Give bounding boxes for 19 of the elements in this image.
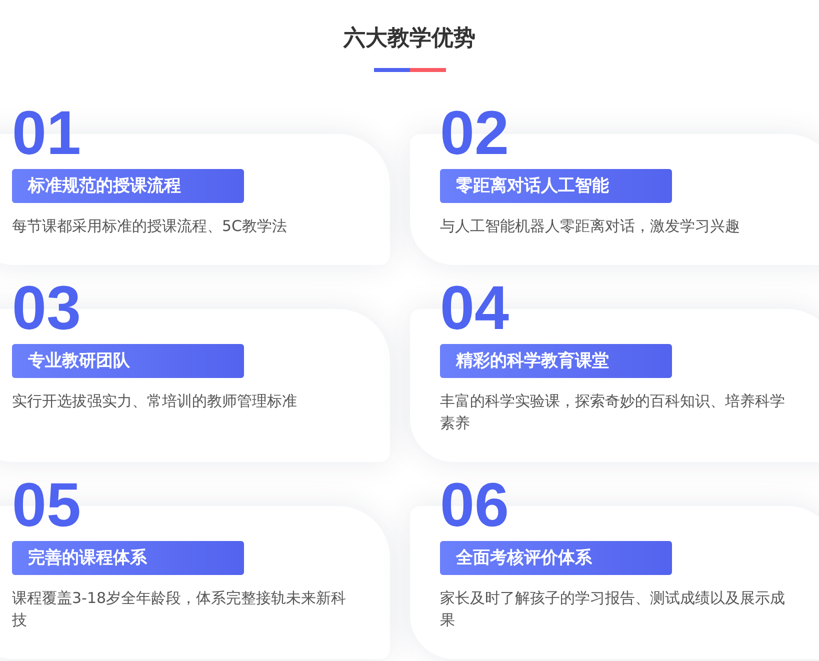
feature-number: 01 [12, 108, 81, 160]
feature-description: 实行开选拔强实力、常培训的教师管理标准 [12, 391, 298, 412]
feature-description: 每节课都采用标准的授课流程、5C教学法 [12, 216, 288, 237]
feature-description: 丰富的科学实验课，探索奇妙的百科知识、培养科学素养 [440, 391, 786, 434]
section-title: 六大教学优势 [342, 25, 476, 53]
feature-heading: 精彩的科学教育课堂 [440, 344, 672, 378]
feature-description: 与人工智能机器人零距离对话，激发学习兴趣 [440, 216, 741, 237]
feature-heading: 专业教研团队 [12, 344, 244, 378]
feature-heading: 全面考核评价体系 [440, 541, 672, 575]
feature-number: 04 [440, 283, 509, 335]
feature-number: 02 [440, 108, 509, 160]
feature-number: 03 [12, 283, 81, 335]
feature-heading: 完善的课程体系 [12, 541, 244, 575]
feature-number: 05 [12, 480, 81, 532]
feature-heading: 标准规范的授课流程 [12, 169, 244, 203]
feature-description: 家长及时了解孩子的学习报告、测试成绩以及展示成果 [440, 588, 786, 631]
feature-description: 课程覆盖3-18岁全年龄段，体系完整接轨未来新科技 [12, 588, 348, 631]
feature-number: 06 [440, 480, 509, 532]
feature-heading: 零距离对话人工智能 [440, 169, 672, 203]
